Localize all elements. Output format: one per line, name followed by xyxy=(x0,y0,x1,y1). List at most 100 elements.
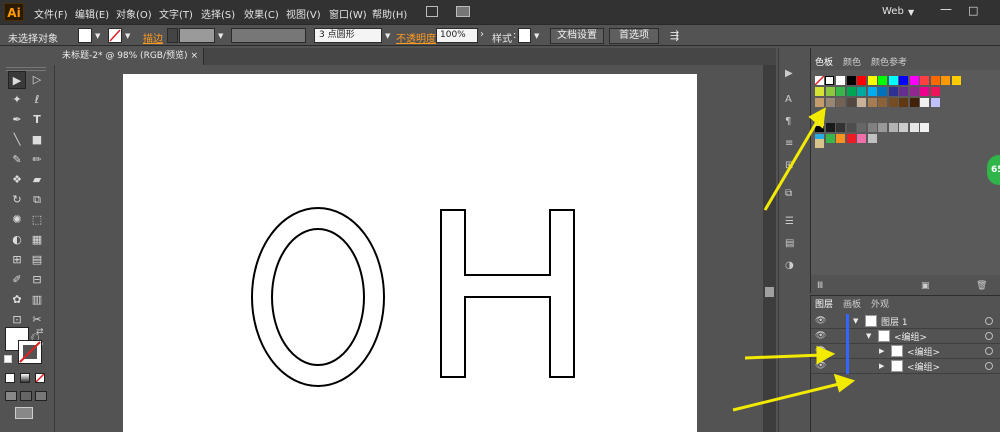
expand-down-icon[interactable]: ▼ xyxy=(866,332,871,340)
menu-window[interactable]: 窗口(W) xyxy=(329,6,367,21)
draw-behind-icon[interactable] xyxy=(20,391,32,401)
paintbrush-tool-icon[interactable]: ✎ xyxy=(8,151,26,169)
shape-builder-tool-icon[interactable]: ◐ xyxy=(8,231,26,249)
swatch[interactable] xyxy=(920,98,929,107)
layer-row[interactable]: 👁︎ ▼ 图层 1 xyxy=(811,314,1000,329)
gradient-panel-icon[interactable]: ▤ xyxy=(785,238,794,249)
swatch[interactable] xyxy=(846,134,856,143)
chevron-down-icon[interactable]: ▼ xyxy=(908,8,914,17)
swatch[interactable] xyxy=(857,76,866,85)
menu-effect[interactable]: 效果(C) xyxy=(244,6,279,21)
swatch[interactable] xyxy=(909,76,919,85)
lasso-tool-icon[interactable]: ℓ xyxy=(28,91,46,109)
rotate-tool-icon[interactable]: ↻ xyxy=(8,191,26,209)
tab-color[interactable]: 颜色 xyxy=(843,56,861,70)
swatch[interactable] xyxy=(899,98,908,107)
swatch[interactable] xyxy=(867,87,877,96)
swatch[interactable] xyxy=(899,123,908,132)
document-tab[interactable]: 未标题-2* @ 98% (RGB/预览) × xyxy=(56,48,204,65)
stroke-panel-icon[interactable]: ☰ xyxy=(785,216,794,227)
swatch[interactable] xyxy=(951,76,961,85)
chevron-down-icon[interactable]: ▼ xyxy=(125,32,130,40)
fill-swatch[interactable] xyxy=(78,28,92,43)
swatch[interactable] xyxy=(836,87,845,96)
rectangle-tool-icon[interactable]: ■ xyxy=(28,131,46,149)
swatch[interactable] xyxy=(920,123,929,132)
swatch[interactable] xyxy=(930,87,940,96)
arrange-docs-icon[interactable] xyxy=(456,6,470,17)
type-tool-icon[interactable]: T xyxy=(28,111,46,129)
default-colors-icon[interactable] xyxy=(4,355,12,363)
chevron-down-icon[interactable]: ▼ xyxy=(534,32,539,40)
delete-swatch-icon[interactable]: 🗑︎ xyxy=(976,281,987,291)
swatch[interactable] xyxy=(888,87,898,96)
maximize-icon[interactable]: □ xyxy=(968,4,978,17)
menu-type[interactable]: 文字(T) xyxy=(159,6,193,21)
swatch[interactable] xyxy=(888,123,898,132)
swatch[interactable] xyxy=(836,98,845,107)
stroke-color-icon[interactable] xyxy=(18,340,42,364)
transform-icon[interactable]: ⊞ xyxy=(785,160,793,171)
layer-row[interactable]: 👁︎ ▶ <编组> xyxy=(811,344,1000,359)
character-icon[interactable]: A xyxy=(785,94,792,105)
swatch[interactable] xyxy=(878,87,887,96)
gradient-mode-icon[interactable] xyxy=(20,373,30,383)
swatch[interactable] xyxy=(846,123,856,132)
swatch[interactable] xyxy=(909,87,919,96)
swatch-registration[interactable] xyxy=(825,76,834,85)
swatch[interactable] xyxy=(909,98,919,107)
swatch[interactable] xyxy=(846,87,856,96)
direct-selection-tool-icon[interactable]: ▷ xyxy=(28,71,46,89)
visibility-eye-icon[interactable]: 👁︎ xyxy=(815,361,827,371)
selection-tool-icon[interactable]: ▶ xyxy=(8,71,26,89)
target-circle-icon[interactable] xyxy=(985,347,993,355)
swatch[interactable] xyxy=(878,123,887,132)
blob-brush-tool-icon[interactable]: ❖ xyxy=(8,171,26,189)
menu-view[interactable]: 视图(V) xyxy=(286,6,321,21)
swatch[interactable] xyxy=(941,76,950,85)
gradient-tool-icon[interactable]: ▤ xyxy=(28,251,46,269)
layer-row[interactable]: 👁︎ ▶ <编组> xyxy=(811,359,1000,374)
swatch[interactable] xyxy=(846,76,856,85)
preferences-button[interactable]: 首选项 xyxy=(609,28,659,44)
menu-select[interactable]: 选择(S) xyxy=(201,6,235,21)
expand-right-icon[interactable]: ▶ xyxy=(879,362,884,370)
swatch[interactable] xyxy=(899,76,908,85)
perspective-grid-tool-icon[interactable]: ▦ xyxy=(28,231,46,249)
swatch[interactable] xyxy=(909,123,919,132)
column-graph-tool-icon[interactable]: ▥ xyxy=(28,291,46,309)
minimize-icon[interactable]: — xyxy=(940,2,952,16)
swatch[interactable] xyxy=(857,98,866,107)
pen-tool-icon[interactable]: ✒ xyxy=(8,111,26,129)
color-mode-icon[interactable] xyxy=(5,373,15,383)
brush-definition[interactable]: 3 点圆形 xyxy=(314,28,382,43)
swatch[interactable] xyxy=(867,134,877,143)
expand-right-icon[interactable]: ▶ xyxy=(879,347,884,355)
menu-help[interactable]: 帮助(H) xyxy=(372,6,407,21)
draw-inside-icon[interactable] xyxy=(35,391,47,401)
target-circle-icon[interactable] xyxy=(985,332,993,340)
transparency-icon[interactable]: ◑ xyxy=(785,260,794,271)
swatch[interactable] xyxy=(930,98,940,107)
free-transform-tool-icon[interactable]: ⬚ xyxy=(28,211,46,229)
tab-artboards[interactable]: 画板 xyxy=(843,298,861,312)
magic-wand-tool-icon[interactable]: ✦ xyxy=(8,91,26,109)
swatch[interactable] xyxy=(867,76,877,85)
folder-icon[interactable] xyxy=(815,139,824,148)
swatch[interactable] xyxy=(888,76,898,85)
swatch[interactable] xyxy=(815,87,824,96)
document-setup-button[interactable]: 文档设置 xyxy=(550,28,604,44)
paragraph-icon[interactable]: ¶ xyxy=(785,116,791,127)
swatch[interactable] xyxy=(920,76,929,85)
swatch-none[interactable] xyxy=(814,75,825,86)
swatch[interactable] xyxy=(846,98,856,107)
swatch[interactable] xyxy=(857,123,866,132)
screen-mode-icon[interactable] xyxy=(15,407,33,419)
swatch[interactable] xyxy=(888,98,898,107)
visibility-eye-icon[interactable]: 👁︎ xyxy=(815,346,827,356)
swatch[interactable] xyxy=(867,98,877,107)
menu-object[interactable]: 对象(O) xyxy=(116,6,152,21)
layer-row[interactable]: 👁︎ ▼ <编组> xyxy=(811,329,1000,344)
swatch[interactable] xyxy=(825,134,835,143)
scale-tool-icon[interactable]: ⧉ xyxy=(28,191,46,209)
